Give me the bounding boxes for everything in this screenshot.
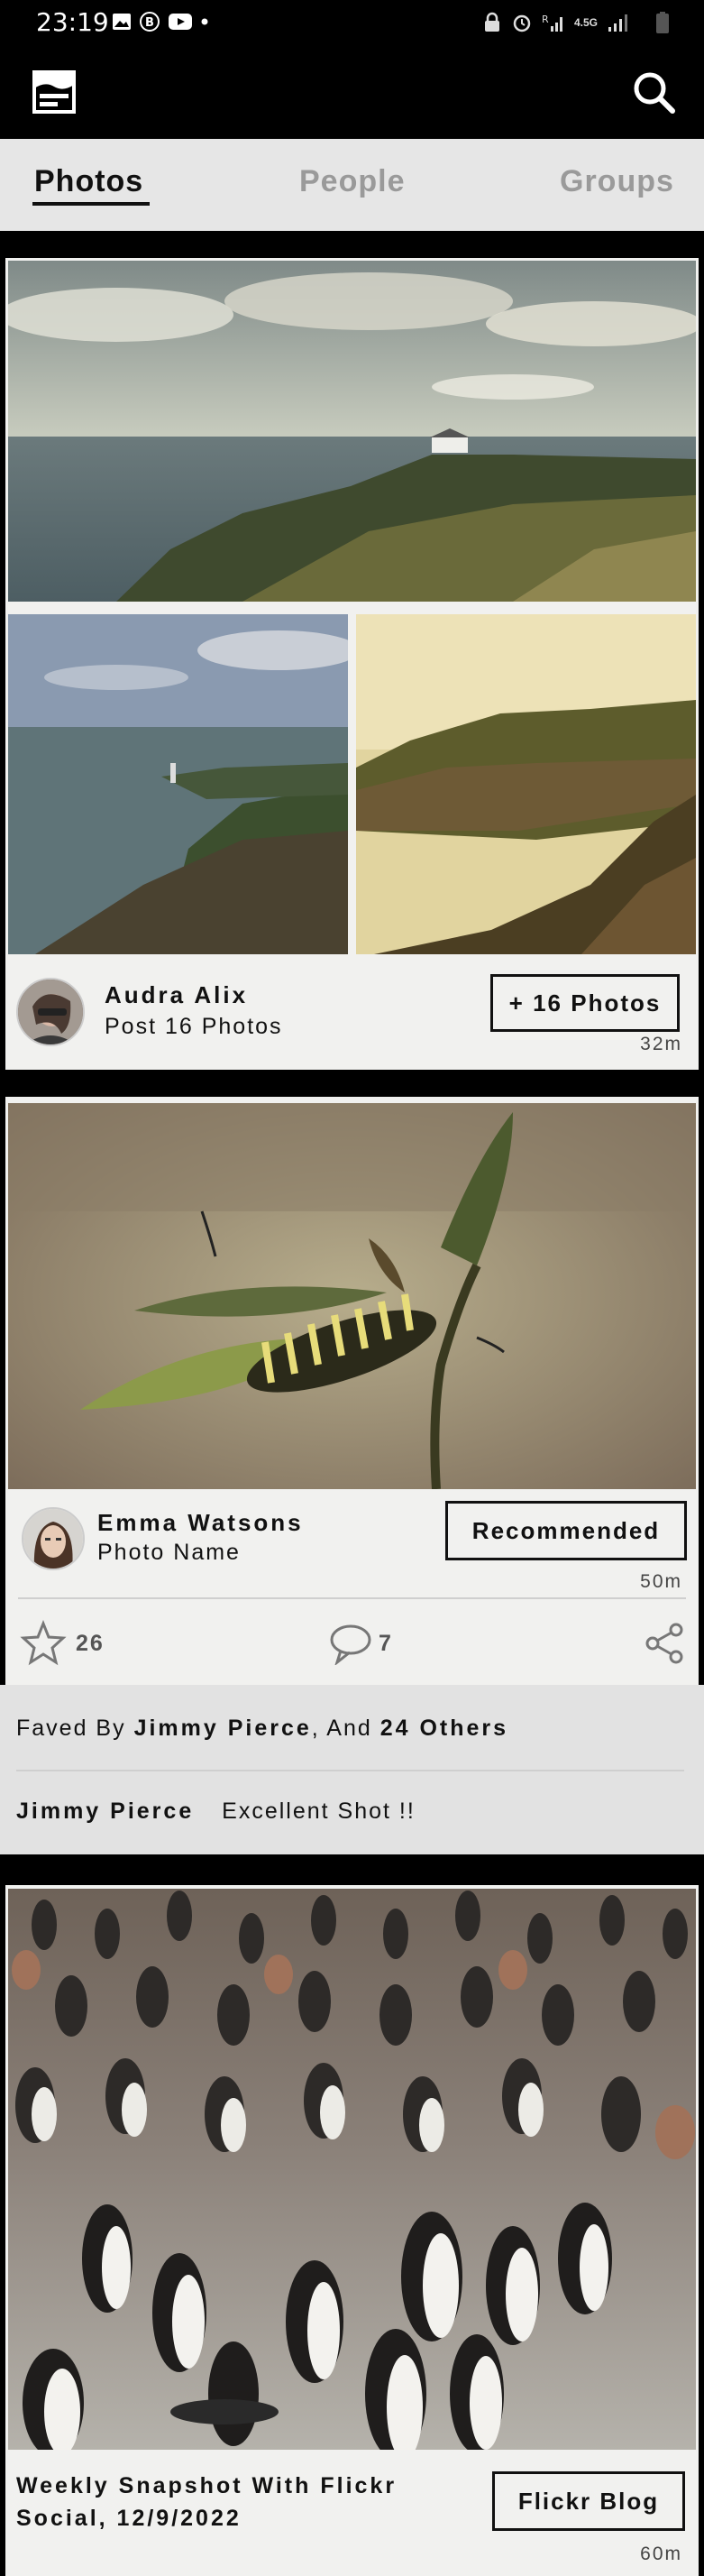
share-icon[interactable] [644,1622,685,1665]
post-card: Emma Watsons Photo Name Recommended 50m … [5,1097,699,1685]
lock-icon [482,12,502,33]
post-photo-thumb[interactable] [356,614,696,954]
post-card: Audra Alix Post 16 Photos + 16 Photos 32… [5,258,699,1070]
divider [16,1770,684,1771]
post-photo-main[interactable] [8,1889,696,2450]
tab-bar: Photos People Groups [0,139,704,231]
status-time: 23:19 [36,7,109,37]
signal-bars-icon [607,13,628,32]
post-timestamp: 60m [640,2544,682,2564]
author-name[interactable]: Emma Watsons [97,1509,304,1537]
post-title-line1[interactable]: Weekly Snapshot With Flickr [16,2473,397,2499]
tab-groups[interactable]: Groups [560,164,674,199]
comment-preview: Jimmy Pierce Excellent Shot !! [16,1799,416,1825]
comment-text: Excellent Shot !! [222,1799,416,1824]
post-photo-main[interactable] [8,1103,696,1489]
comment-icon[interactable] [328,1622,373,1667]
faved-user-link[interactable]: Jimmy Pierce [134,1716,312,1741]
svg-text:B: B [145,16,154,30]
tab-people[interactable]: People [299,164,405,199]
svg-text:R: R [542,14,549,25]
photo-name: Photo Name [97,1540,241,1565]
flickr-blog-button[interactable]: Flickr Blog [492,2471,685,2531]
app-logo-icon[interactable] [32,70,76,114]
divider [18,1597,686,1599]
post-caption: Post 16 Photos [105,1014,283,1039]
alarm-icon [511,12,533,33]
faved-by-text: Faved By Jimmy Pierce, And 24 Others [16,1716,508,1742]
post-title-line2[interactable]: Social, 12/9/2022 [16,2506,242,2532]
tab-photos[interactable]: Photos [34,164,143,199]
dot-icon [200,17,209,26]
app-bar [0,51,704,139]
comment-count: 7 [379,1631,393,1656]
youtube-icon [168,12,193,32]
avatar[interactable] [22,1507,85,1570]
faved-others-link[interactable]: 24 Others [380,1716,508,1741]
b-badge-icon: B [139,11,160,32]
star-icon[interactable] [20,1619,67,1667]
recommended-button[interactable]: Recommended [445,1501,687,1560]
network-label: 4.5G [573,16,598,29]
battery-icon [655,11,670,34]
activity-panel: Faved By Jimmy Pierce, And 24 Others Jim… [0,1685,704,1854]
avatar[interactable] [16,978,85,1046]
faved-mid: , And [311,1716,372,1741]
more-photos-button[interactable]: + 16 Photos [490,974,680,1032]
active-tab-indicator [32,202,150,206]
post-photo-thumb[interactable] [8,614,348,954]
post-photo-main[interactable] [8,261,696,602]
signal-icon: R [542,12,565,33]
star-count: 26 [76,1631,105,1656]
search-icon[interactable] [630,69,677,115]
gallery-icon [112,12,132,32]
post-timestamp: 50m [640,1571,682,1592]
commenter-name[interactable]: Jimmy Pierce [16,1799,194,1824]
status-bar: 23:19 B R 4.5G [0,0,704,51]
faved-prefix: Faved By [16,1716,126,1741]
author-name[interactable]: Audra Alix [105,981,248,1009]
post-timestamp: 32m [640,1034,682,1054]
post-card: Weekly Snapshot With Flickr Social, 12/9… [5,1885,699,2576]
